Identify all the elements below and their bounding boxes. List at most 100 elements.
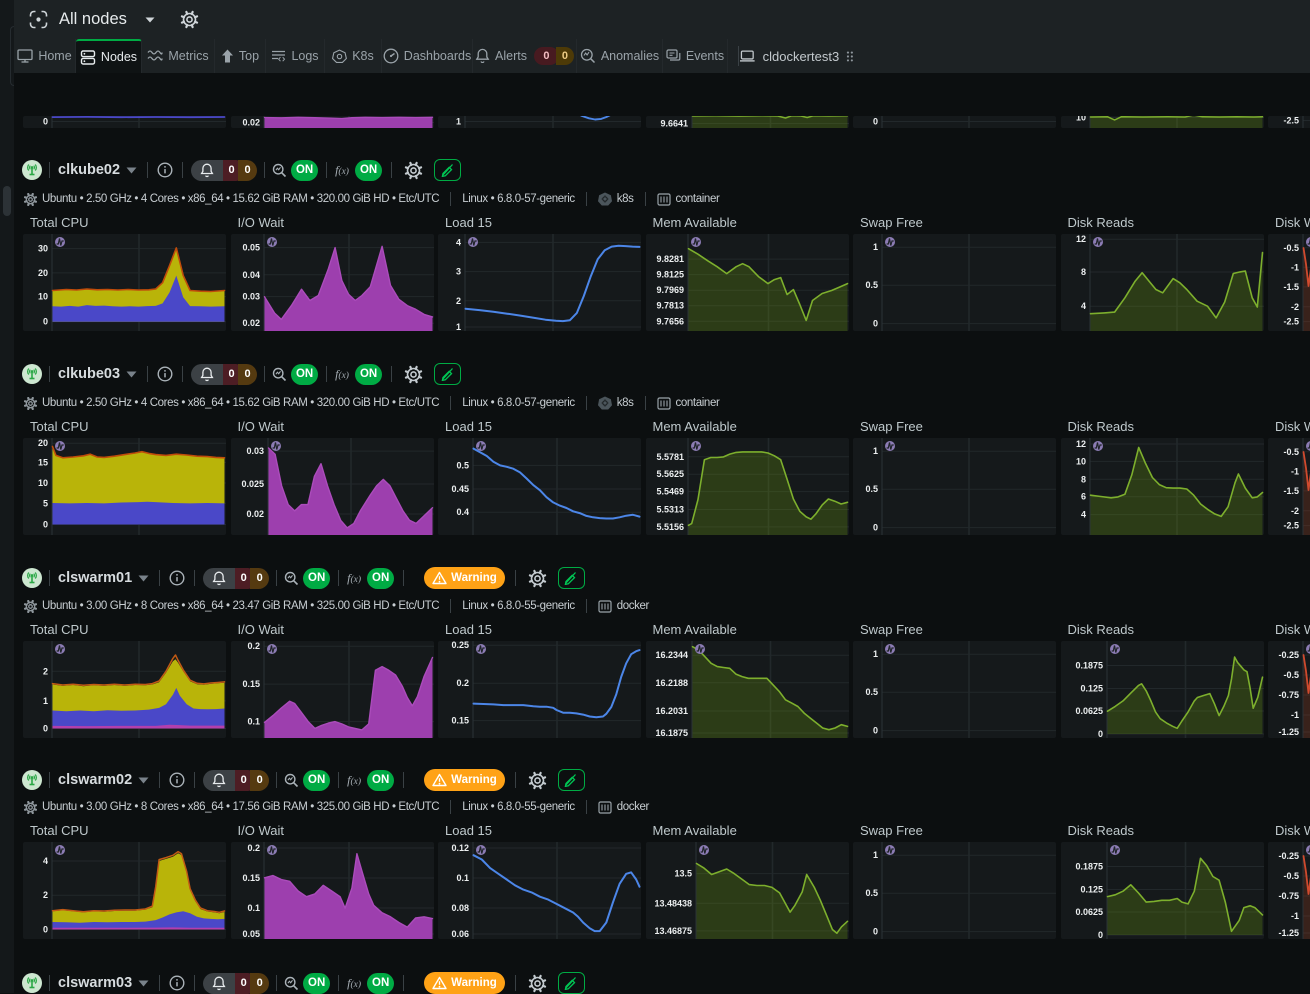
svg-text:0.08: 0.08 (451, 903, 469, 913)
svg-text:0.02: 0.02 (246, 509, 264, 519)
svg-text:0.0625: 0.0625 (1075, 706, 1103, 716)
svg-text:0.5: 0.5 (865, 280, 878, 290)
svg-text:-1: -1 (1291, 466, 1299, 476)
svg-text:0.1: 0.1 (247, 717, 260, 727)
svg-text:0.15: 0.15 (242, 679, 260, 689)
svg-text:0.2: 0.2 (247, 641, 260, 651)
svg-text:4: 4 (456, 237, 461, 247)
svg-text:1: 1 (873, 242, 878, 252)
svg-text:0.1: 0.1 (456, 873, 469, 883)
svg-text:4: 4 (43, 856, 48, 866)
svg-text:30: 30 (38, 244, 48, 254)
svg-text:0.45: 0.45 (451, 484, 469, 494)
svg-text:-0.5: -0.5 (1283, 670, 1299, 680)
svg-text:0.1: 0.1 (247, 903, 260, 913)
svg-text:-0.5: -0.5 (1283, 243, 1299, 253)
svg-text:0: 0 (43, 116, 48, 126)
svg-text:10: 10 (1075, 456, 1085, 466)
svg-text:3: 3 (456, 267, 461, 277)
svg-text:4: 4 (1080, 301, 1085, 311)
svg-text:16.2031: 16.2031 (655, 706, 688, 716)
svg-text:0.03: 0.03 (246, 446, 264, 456)
svg-text:1: 1 (873, 649, 878, 659)
svg-text:0.03: 0.03 (242, 292, 260, 302)
svg-text:0: 0 (873, 726, 878, 736)
svg-text:10: 10 (38, 292, 48, 302)
svg-text:0: 0 (873, 116, 878, 126)
svg-text:0: 0 (43, 520, 48, 530)
svg-text:-2.5: -2.5 (1283, 116, 1299, 126)
svg-text:9.8125: 9.8125 (656, 270, 684, 280)
svg-text:2: 2 (43, 666, 48, 676)
svg-text:4: 4 (1080, 510, 1085, 520)
svg-text:1: 1 (43, 696, 48, 706)
svg-text:9.7813: 9.7813 (656, 301, 684, 311)
svg-text:8: 8 (1080, 474, 1085, 484)
svg-text:9.8281: 9.8281 (656, 254, 684, 264)
svg-text:0.5: 0.5 (865, 484, 878, 494)
svg-text:2: 2 (456, 296, 461, 306)
svg-text:5.5313: 5.5313 (656, 505, 684, 515)
svg-text:0.1875: 0.1875 (1075, 862, 1103, 872)
svg-text:0.06: 0.06 (451, 929, 469, 939)
svg-text:-1.25: -1.25 (1278, 928, 1299, 938)
svg-text:9.6641: 9.6641 (660, 118, 688, 128)
svg-text:-2: -2 (1291, 302, 1299, 312)
svg-text:16.1875: 16.1875 (655, 728, 688, 738)
svg-text:-2: -2 (1291, 506, 1299, 516)
svg-text:0.25: 0.25 (451, 641, 469, 650)
svg-text:0.025: 0.025 (241, 479, 264, 489)
svg-text:0.1875: 0.1875 (1075, 661, 1103, 671)
svg-text:13.5: 13.5 (674, 869, 692, 879)
svg-text:-0.5: -0.5 (1283, 871, 1299, 881)
svg-text:-1.5: -1.5 (1283, 282, 1299, 292)
svg-text:-1.5: -1.5 (1283, 486, 1299, 496)
svg-text:10: 10 (1075, 116, 1085, 123)
svg-text:0: 0 (43, 724, 48, 734)
svg-text:16.2188: 16.2188 (655, 678, 688, 688)
svg-text:-0.25: -0.25 (1278, 650, 1299, 660)
svg-text:6: 6 (1080, 492, 1085, 502)
svg-text:1: 1 (873, 446, 878, 456)
svg-text:20: 20 (38, 268, 48, 278)
svg-text:0.5: 0.5 (865, 888, 878, 898)
svg-text:0.5: 0.5 (865, 687, 878, 697)
svg-text:-0.5: -0.5 (1283, 447, 1299, 457)
svg-text:2: 2 (43, 890, 48, 900)
svg-text:0.02: 0.02 (242, 117, 260, 127)
svg-text:-0.75: -0.75 (1278, 690, 1299, 700)
svg-text:-2.5: -2.5 (1283, 317, 1299, 327)
svg-text:10: 10 (38, 478, 48, 488)
svg-text:12: 12 (1075, 234, 1085, 244)
svg-text:5.5156: 5.5156 (656, 522, 684, 532)
svg-text:0.15: 0.15 (451, 716, 469, 726)
svg-text:1: 1 (456, 322, 461, 331)
svg-text:0: 0 (873, 523, 878, 533)
svg-text:20: 20 (38, 438, 48, 448)
svg-text:15: 15 (38, 457, 48, 467)
svg-text:0: 0 (873, 927, 878, 937)
svg-text:0.05: 0.05 (242, 243, 260, 253)
svg-text:0: 0 (43, 925, 48, 935)
svg-text:5.5469: 5.5469 (656, 487, 684, 497)
svg-text:5.5625: 5.5625 (656, 469, 684, 479)
svg-text:0.4: 0.4 (456, 507, 469, 517)
svg-text:9.7656: 9.7656 (656, 316, 684, 326)
svg-text:0.125: 0.125 (1080, 885, 1103, 895)
svg-text:8: 8 (1080, 267, 1085, 277)
svg-text:0.12: 0.12 (451, 843, 469, 853)
svg-text:0.125: 0.125 (1080, 684, 1103, 694)
svg-text:0.15: 0.15 (242, 873, 260, 883)
svg-text:0.02: 0.02 (242, 318, 260, 328)
svg-text:0: 0 (1097, 930, 1102, 939)
svg-text:9.7969: 9.7969 (656, 285, 684, 295)
svg-text:13.46875: 13.46875 (654, 926, 692, 936)
svg-text:12: 12 (1075, 439, 1085, 449)
svg-text:0: 0 (873, 319, 878, 329)
svg-text:0.0625: 0.0625 (1075, 907, 1103, 917)
svg-text:0.2: 0.2 (247, 843, 260, 853)
svg-text:0.05: 0.05 (242, 929, 260, 939)
svg-text:-2.5: -2.5 (1283, 521, 1299, 531)
svg-text:-1: -1 (1291, 262, 1299, 272)
svg-text:0.2: 0.2 (456, 678, 469, 688)
